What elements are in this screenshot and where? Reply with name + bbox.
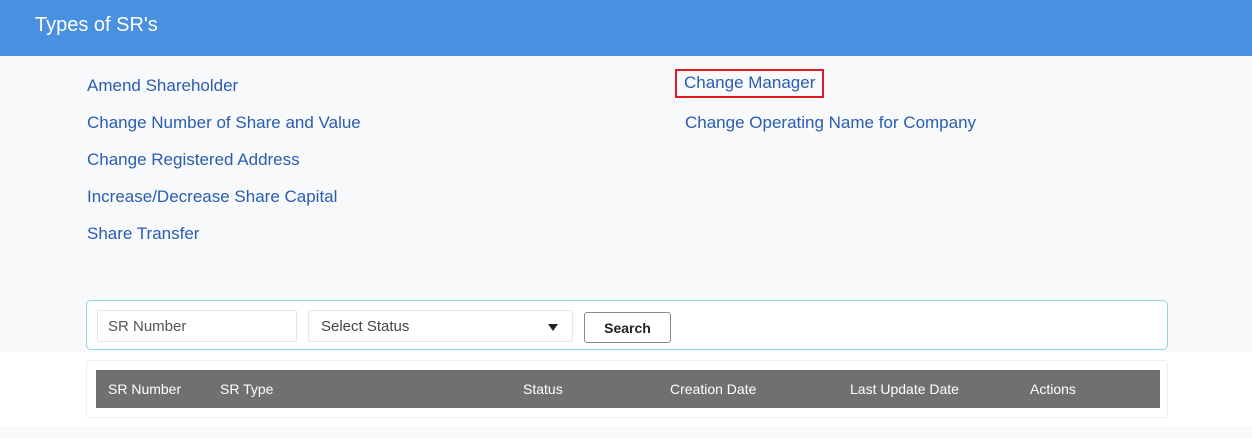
sr-link-share-transfer[interactable]: Share Transfer [87,223,199,245]
column-header-status[interactable]: Status [523,381,563,397]
page-title: Types of SR's [35,14,158,36]
sr-link-change-registered-address[interactable]: Change Registered Address [87,149,300,171]
sr-link-change-number-of-share[interactable]: Change Number of Share and Value [87,112,361,134]
column-header-last-update-date[interactable]: Last Update Date [850,381,959,397]
column-header-actions: Actions [1030,381,1076,397]
column-header-sr-type[interactable]: SR Type [220,381,273,397]
sr-link-amend-shareholder[interactable]: Amend Shareholder [87,75,238,97]
column-header-creation-date[interactable]: Creation Date [670,381,756,397]
sr-link-change-operating-name[interactable]: Change Operating Name for Company [685,112,976,134]
sr-link-increase-decrease-share-capital[interactable]: Increase/Decrease Share Capital [87,186,337,208]
status-select-value: Select Status [321,318,410,335]
column-header-sr-number[interactable]: SR Number [108,381,181,397]
sr-number-input[interactable] [97,310,297,342]
results-table: SR Number SR Type Status Creation Date L… [86,360,1168,418]
search-bar: Select Status Search [86,300,1168,350]
status-select[interactable]: Select Status [308,310,573,342]
search-button[interactable]: Search [584,312,671,343]
sr-link-change-manager[interactable]: Change Manager [675,69,825,98]
table-header-row: SR Number SR Type Status Creation Date L… [96,370,1160,408]
chevron-down-icon [548,324,558,331]
page-header: Types of SR's [0,0,1252,56]
footer-strip [0,426,1252,438]
